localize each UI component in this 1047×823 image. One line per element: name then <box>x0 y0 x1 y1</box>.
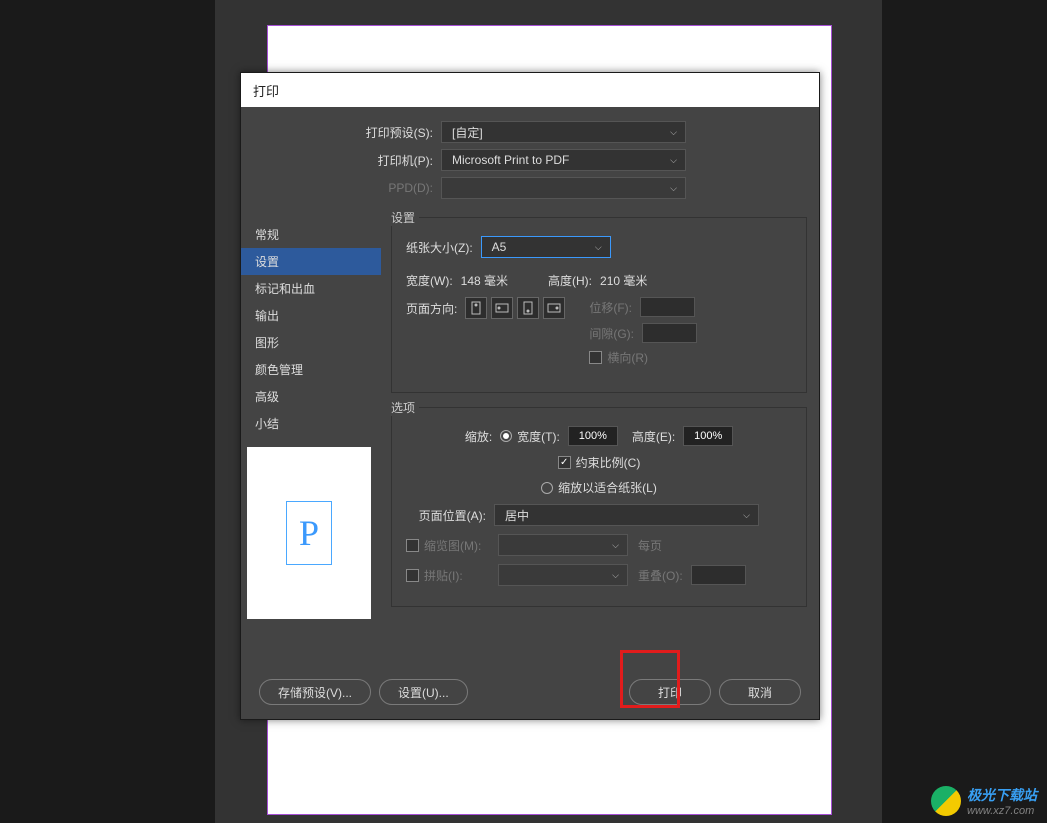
setup-button[interactable]: 设置(U)... <box>379 679 468 705</box>
canvas-margin-right <box>882 0 1047 823</box>
watermark-name: 极光下载站 <box>967 785 1037 805</box>
chevron-down-icon: ⌵ <box>595 242 602 253</box>
dialog-footer: 存储预设(V)... 设置(U)... 打印 取消 <box>241 665 819 719</box>
paper-size-label: 纸张大小(Z): <box>406 239 473 256</box>
sidebar-item-summary[interactable]: 小结 <box>241 410 381 437</box>
preview-page: P <box>286 501 332 565</box>
chevron-down-icon: ⌵ <box>670 183 677 194</box>
width-value: 148 毫米 <box>461 272 508 289</box>
options-group: 选项 缩放: 宽度(T): 100% 高度(E): 100% 约束比例(C) <box>391 407 807 607</box>
preset-label: 打印预设(S): <box>261 124 441 141</box>
chevron-down-icon: ⌵ <box>670 155 677 166</box>
paper-size-select[interactable]: A5 ⌵ <box>481 236 611 258</box>
print-button[interactable]: 打印 <box>629 679 711 705</box>
ppd-select: ⌵ <box>441 177 686 199</box>
print-dialog: 打印 打印预设(S): [自定] ⌵ 打印机(P): Microsoft Pri… <box>240 72 820 720</box>
thumbnail-label: 缩览图(M): <box>424 537 490 554</box>
constrain-label: 约束比例(C) <box>576 454 641 471</box>
page-pos-label: 页面位置(A): <box>406 507 486 524</box>
scale-fit-radio[interactable] <box>541 482 553 494</box>
tile-checkbox[interactable] <box>406 569 419 582</box>
orientation-landscape-right-button[interactable] <box>543 297 565 319</box>
thumbnail-select: ⌵ <box>498 534 628 556</box>
dialog-title-bar: 打印 <box>241 73 819 107</box>
overlap-label: 重叠(O): <box>638 567 683 584</box>
sidebar-item-advanced[interactable]: 高级 <box>241 383 381 410</box>
scale-custom-radio[interactable] <box>500 430 512 442</box>
sidebar-item-output[interactable]: 输出 <box>241 302 381 329</box>
orientation-label: 页面方向: <box>406 300 457 317</box>
print-preview: P <box>247 447 371 619</box>
watermark-url: www.xz7.com <box>967 805 1037 817</box>
every-page-label: 每页 <box>638 537 662 554</box>
orientation-landscape-left-button[interactable] <box>491 297 513 319</box>
chevron-down-icon: ⌵ <box>670 127 677 138</box>
height-value: 210 毫米 <box>600 272 647 289</box>
paper-size-value: A5 <box>492 240 507 254</box>
chevron-down-icon: ⌵ <box>612 570 619 581</box>
preset-value: [自定] <box>452 124 483 141</box>
sidebar-item-setup[interactable]: 设置 <box>241 248 381 275</box>
offset-input <box>640 297 695 317</box>
page-pos-value: 居中 <box>505 507 529 524</box>
printer-select[interactable]: Microsoft Print to PDF ⌵ <box>441 149 686 171</box>
thumbnail-checkbox[interactable] <box>406 539 419 552</box>
canvas-margin-left <box>0 0 215 823</box>
orientation-portrait-reverse-button[interactable] <box>517 297 539 319</box>
preview-letter: P <box>299 512 319 554</box>
printer-label: 打印机(P): <box>261 152 441 169</box>
preset-select[interactable]: [自定] ⌵ <box>441 121 686 143</box>
page-pos-select[interactable]: 居中 ⌵ <box>494 504 759 526</box>
height-label: 高度(H): <box>548 272 592 289</box>
options-group-title: 选项 <box>391 399 419 416</box>
dialog-title: 打印 <box>253 81 279 100</box>
settings-group: 设置 纸张大小(Z): A5 ⌵ 宽度(W): 148 毫米 高度(H): 21… <box>391 217 807 393</box>
watermark-logo-icon <box>931 786 961 816</box>
settings-group-title: 设置 <box>391 209 419 226</box>
orientation-portrait-button[interactable] <box>465 297 487 319</box>
width-pct-label: 宽度(T): <box>517 428 560 445</box>
sidebar-item-color[interactable]: 颜色管理 <box>241 356 381 383</box>
landscape-label: 横向(R) <box>607 349 648 366</box>
dialog-body: 打印预设(S): [自定] ⌵ 打印机(P): Microsoft Print … <box>241 107 819 719</box>
save-preset-button[interactable]: 存储预设(V)... <box>259 679 371 705</box>
top-dropdowns: 打印预设(S): [自定] ⌵ 打印机(P): Microsoft Print … <box>241 107 819 211</box>
height-pct-input[interactable]: 100% <box>683 426 733 446</box>
offset-label: 位移(F): <box>589 299 632 316</box>
chevron-down-icon: ⌵ <box>612 540 619 551</box>
sidebar-item-marks[interactable]: 标记和出血 <box>241 275 381 302</box>
overlap-input <box>691 565 746 585</box>
constrain-checkbox[interactable] <box>558 456 571 469</box>
gap-label: 间隙(G): <box>589 325 634 342</box>
cancel-button[interactable]: 取消 <box>719 679 801 705</box>
tile-label: 拼贴(I): <box>424 567 490 584</box>
gap-input <box>642 323 697 343</box>
watermark: 极光下载站 www.xz7.com <box>931 785 1037 817</box>
tile-select: ⌵ <box>498 564 628 586</box>
width-pct-input[interactable]: 100% <box>568 426 618 446</box>
scale-label: 缩放: <box>465 428 492 445</box>
landscape-checkbox <box>589 351 602 364</box>
sidebar-item-general[interactable]: 常规 <box>241 221 381 248</box>
chevron-down-icon: ⌵ <box>743 510 750 521</box>
settings-panels: 设置 纸张大小(Z): A5 ⌵ 宽度(W): 148 毫米 高度(H): 21… <box>381 217 807 665</box>
fit-label: 缩放以适合纸张(L) <box>558 479 657 496</box>
height-pct-label: 高度(E): <box>632 428 675 445</box>
ppd-label: PPD(D): <box>261 181 441 195</box>
category-sidebar: 常规 设置 标记和出血 输出 图形 颜色管理 高级 小结 P <box>241 217 381 665</box>
width-label: 宽度(W): <box>406 272 453 289</box>
sidebar-item-graphics[interactable]: 图形 <box>241 329 381 356</box>
printer-value: Microsoft Print to PDF <box>452 153 569 167</box>
